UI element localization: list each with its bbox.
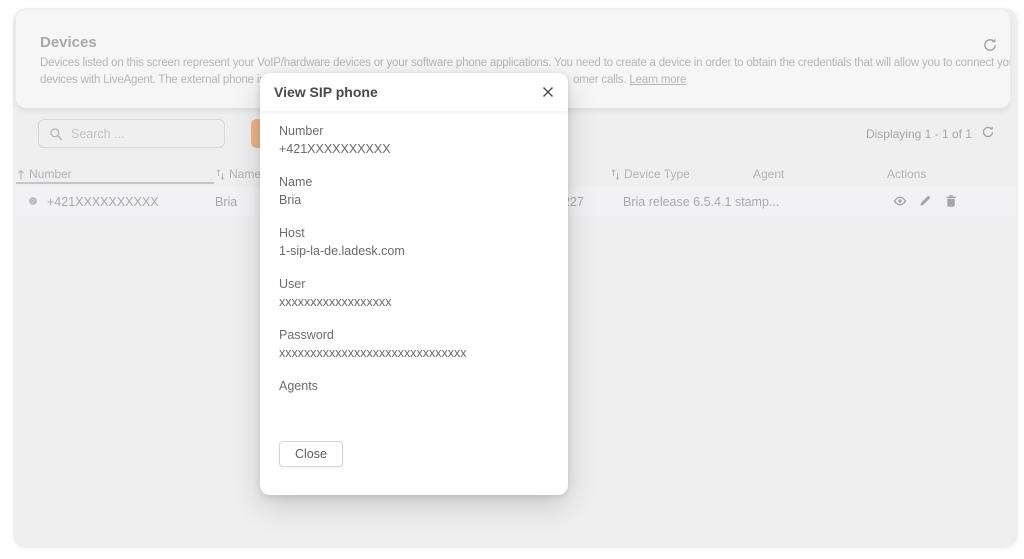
field-user: User xxxxxxxxxxxxxxxxxx — [279, 277, 548, 310]
column-header-number[interactable]: Number — [17, 167, 72, 181]
page-description-line2-right: omer calls. Learn more — [573, 74, 686, 86]
refresh-list-icon[interactable] — [981, 125, 995, 139]
field-value: xxxxxxxxxxxxxxxxxx — [279, 295, 548, 310]
column-header-device-type[interactable]: Device Type — [611, 167, 690, 181]
field-label: Host — [279, 226, 548, 241]
field-number: Number +421XXXXXXXXXX — [279, 124, 548, 157]
page-description-line2-left: devices with LiveAgent. The external pho… — [40, 74, 283, 86]
column-header-agent: Agent — [753, 167, 784, 181]
view-icon[interactable] — [892, 193, 908, 209]
sort-both-icon — [611, 169, 620, 180]
close-button[interactable]: Close — [279, 441, 343, 467]
column-header-label: Agent — [753, 167, 784, 181]
field-value: xxxxxxxxxxxxxxxxxxxxxxxxxxxxxx — [279, 346, 548, 361]
delete-icon[interactable] — [943, 193, 959, 209]
modal-title: View SIP phone — [274, 84, 378, 100]
sort-asc-icon — [17, 169, 25, 180]
view-sip-phone-modal: View SIP phone Number +421XXXXXXXXXX Nam… — [260, 73, 568, 495]
field-host: Host 1-sip-la-de.ladesk.com — [279, 226, 548, 259]
column-header-label: Device Type — [624, 167, 690, 181]
field-label: Number — [279, 124, 548, 139]
search-input[interactable] — [38, 119, 225, 148]
field-value: Bria — [279, 193, 548, 208]
field-label: User — [279, 277, 548, 292]
field-label: Password — [279, 328, 548, 343]
column-header-label: Name — [229, 167, 261, 181]
field-name: Name Bria — [279, 175, 548, 208]
field-label: Agents — [279, 379, 548, 394]
page-description-fragment: omer calls. — [573, 74, 626, 86]
sorted-column-underline — [16, 182, 214, 184]
column-header-name[interactable]: Name — [216, 167, 261, 181]
field-password: Password xxxxxxxxxxxxxxxxxxxxxxxxxxxxxx — [279, 328, 548, 361]
close-icon[interactable] — [540, 84, 556, 100]
field-value: +421XXXXXXXXXX — [279, 142, 548, 157]
modal-header: View SIP phone — [260, 73, 568, 111]
field-value: 1-sip-la-de.ladesk.com — [279, 244, 548, 259]
sort-both-icon — [216, 169, 225, 180]
page-title: Devices — [40, 34, 97, 51]
modal-body: Number +421XXXXXXXXXX Name Bria Host 1-s… — [260, 111, 568, 412]
status-dot-icon — [29, 197, 37, 205]
search-icon — [49, 127, 63, 141]
devices-page: Devices Devices listed on this screen re… — [0, 0, 1024, 559]
search-field[interactable] — [71, 127, 211, 141]
edit-icon[interactable] — [917, 193, 933, 209]
field-label: Name — [279, 175, 548, 190]
paging-status: Displaying 1 - 1 of 1 — [840, 127, 972, 141]
page-description-line1: Devices listed on this screen represent … — [40, 57, 1010, 69]
column-header-actions: Actions — [887, 167, 926, 181]
row-name: Bria — [215, 195, 237, 209]
row-device-type: Bria release 6.5.4.1 stamp... — [623, 195, 779, 209]
column-header-label: Actions — [887, 167, 926, 181]
field-agents: Agents — [279, 379, 548, 412]
row-number: +421XXXXXXXXXX — [47, 195, 159, 209]
refresh-icon[interactable] — [982, 37, 998, 53]
column-header-label: Number — [29, 167, 72, 181]
learn-more-link[interactable]: Learn more — [629, 74, 686, 86]
field-value — [279, 397, 548, 412]
